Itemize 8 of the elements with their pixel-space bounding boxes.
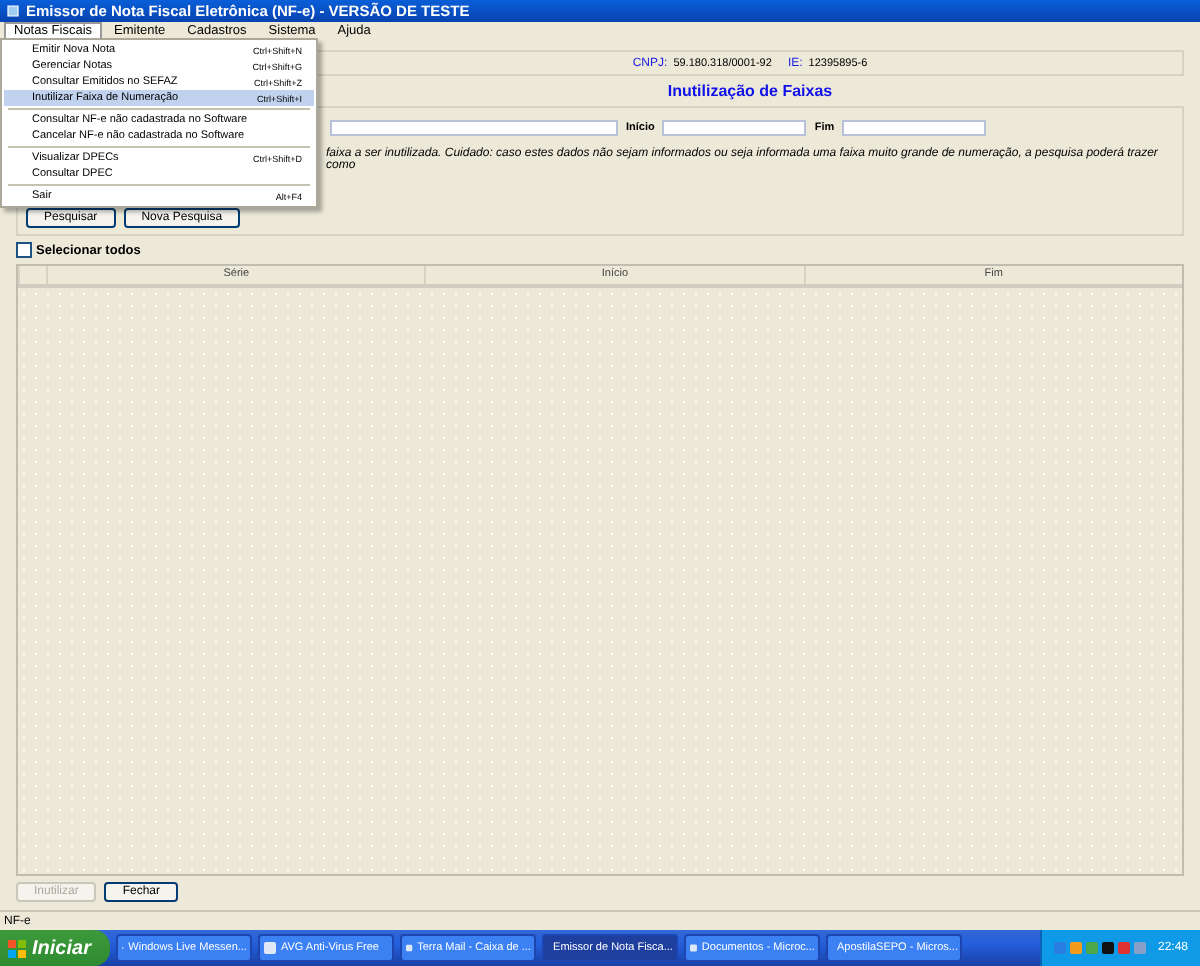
fim-field[interactable] [842,120,987,136]
start-button[interactable]: Iniciar [0,930,111,966]
app-icon [6,4,20,18]
select-all-checkbox[interactable] [16,242,32,258]
inicio-field[interactable] [662,120,807,136]
panel-title: Inutilização de Faixas [667,82,833,100]
serie-field[interactable] [330,120,618,136]
windows-logo-icon [8,939,26,957]
